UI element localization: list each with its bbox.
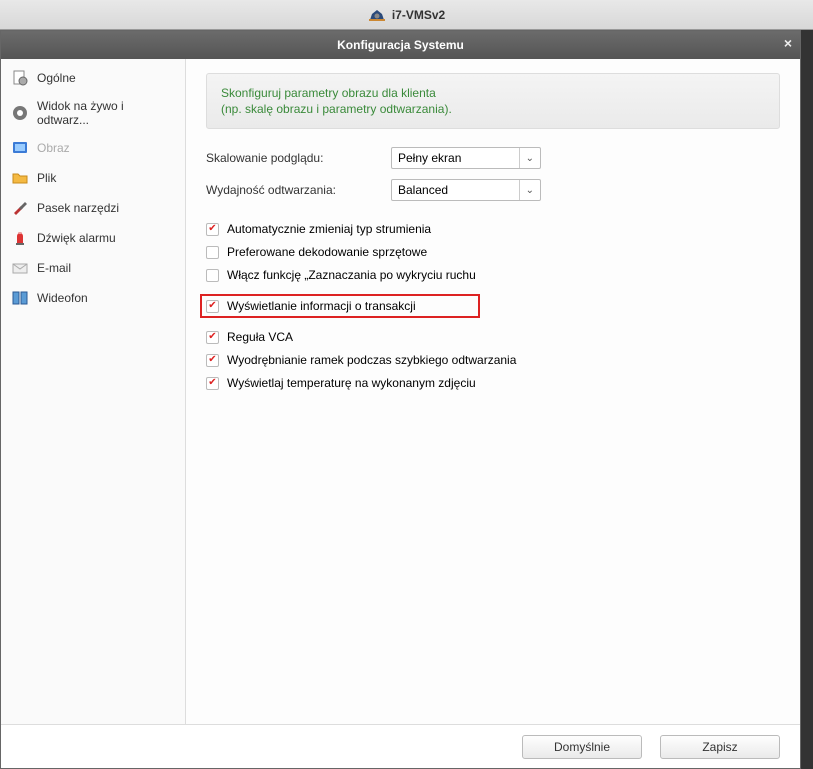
playback-value: Balanced <box>398 183 448 197</box>
default-button[interactable]: Domyślnie <box>522 735 642 759</box>
app-titlebar: i7-VMSv2 <box>0 0 813 30</box>
sidebar-item-email[interactable]: E-mail <box>1 253 185 283</box>
dialog-button-bar: Domyślnie Zapisz <box>1 724 800 768</box>
sidebar-item-toolbar[interactable]: Pasek narzędzi <box>1 193 185 223</box>
scaling-value: Pełny ekran <box>398 151 461 165</box>
sidebar-item-general[interactable]: Ogólne <box>1 63 185 93</box>
scaling-label: Skalowanie podglądu: <box>206 151 391 165</box>
check-temperature[interactable]: Wyświetlaj temperaturę na wykonanym zdję… <box>206 374 780 392</box>
eye-icon <box>11 104 29 122</box>
check-label: Włącz funkcję „Zaznaczania po wykryciu r… <box>227 268 476 282</box>
sidebar-item-file[interactable]: Plik <box>1 163 185 193</box>
sidebar-item-image[interactable]: Obraz <box>1 133 185 163</box>
email-icon <box>11 259 29 277</box>
playback-label: Wydajność odtwarzania: <box>206 183 391 197</box>
checkbox-icon[interactable] <box>206 246 219 259</box>
checkbox-icon[interactable] <box>206 354 219 367</box>
sidebar-item-label: Widok na żywo i odtwarz... <box>37 99 175 127</box>
app-logo-icon <box>368 8 386 22</box>
checkbox-icon[interactable] <box>206 223 219 236</box>
scaling-select[interactable]: Pełny ekran ⌄ <box>391 147 541 169</box>
check-label: Reguła VCA <box>227 330 293 344</box>
checkbox-icon[interactable] <box>206 300 219 313</box>
checkbox-icon[interactable] <box>206 331 219 344</box>
check-vca-rule[interactable]: Reguła VCA <box>206 328 780 346</box>
content-area: Skonfiguruj parametry obrazu dla klienta… <box>186 59 800 724</box>
chevron-down-icon: ⌄ <box>519 148 534 168</box>
chevron-down-icon: ⌄ <box>519 180 534 200</box>
image-icon <box>11 139 29 157</box>
tools-icon <box>11 199 29 217</box>
check-transaction-info[interactable]: Wyświetlanie informacji o transakcji <box>200 294 480 318</box>
checkbox-icon[interactable] <box>206 377 219 390</box>
checkbox-icon[interactable] <box>206 269 219 282</box>
settings-sidebar: Ogólne Widok na żywo i odtwarz... Obraz <box>1 59 186 724</box>
check-label: Wyodrębnianie ramek podczas szybkiego od… <box>227 353 516 367</box>
check-motion-highlight[interactable]: Włącz funkcję „Zaznaczania po wykryciu r… <box>206 266 780 284</box>
checkbox-list: Automatycznie zmieniaj typ strumienia Pr… <box>206 215 780 397</box>
hint-box: Skonfiguruj parametry obrazu dla klienta… <box>206 73 780 129</box>
row-playback: Wydajność odtwarzania: Balanced ⌄ <box>206 179 780 201</box>
check-auto-stream[interactable]: Automatycznie zmieniaj typ strumienia <box>206 220 780 238</box>
document-gear-icon <box>11 69 29 87</box>
sidebar-item-label: Pasek narzędzi <box>37 201 119 215</box>
right-dark-edge <box>801 30 813 769</box>
playback-select[interactable]: Balanced ⌄ <box>391 179 541 201</box>
sidebar-item-label: Obraz <box>37 141 70 155</box>
close-icon[interactable]: × <box>784 35 792 51</box>
sidebar-item-videophone[interactable]: Wideofon <box>1 283 185 313</box>
row-scaling: Skalowanie podglądu: Pełny ekran ⌄ <box>206 147 780 169</box>
system-config-dialog: Konfiguracja Systemu × Ogólne <box>0 30 801 769</box>
sidebar-item-label: E-mail <box>37 261 71 275</box>
sidebar-item-label: Plik <box>37 171 56 185</box>
check-label: Preferowane dekodowanie sprzętowe <box>227 245 427 259</box>
dialog-body: Ogólne Widok na żywo i odtwarz... Obraz <box>1 59 800 724</box>
check-label: Automatycznie zmieniaj typ strumienia <box>227 222 431 236</box>
hint-line2: (np. skalę obrazu i parametry odtwarzani… <box>221 102 765 116</box>
dialog-header: Konfiguracja Systemu × <box>1 31 800 59</box>
sidebar-item-liveview[interactable]: Widok na żywo i odtwarz... <box>1 93 185 133</box>
folder-icon <box>11 169 29 187</box>
check-label: Wyświetlanie informacji o transakcji <box>227 299 416 313</box>
check-hw-decode[interactable]: Preferowane dekodowanie sprzętowe <box>206 243 780 261</box>
dialog-title: Konfiguracja Systemu <box>337 38 464 52</box>
sidebar-item-label: Ogólne <box>37 71 76 85</box>
save-button[interactable]: Zapisz <box>660 735 780 759</box>
check-frame-extract[interactable]: Wyodrębnianie ramek podczas szybkiego od… <box>206 351 780 369</box>
app-title: i7-VMSv2 <box>392 8 445 22</box>
hint-line1: Skonfiguruj parametry obrazu dla klienta <box>221 86 765 100</box>
app-window: i7-VMSv2 Konfiguracja Systemu × Ogólne <box>0 0 813 769</box>
videophone-icon <box>11 289 29 307</box>
sidebar-item-label: Dźwięk alarmu <box>37 231 116 245</box>
alarm-icon <box>11 229 29 247</box>
sidebar-item-label: Wideofon <box>37 291 88 305</box>
check-label: Wyświetlaj temperaturę na wykonanym zdję… <box>227 376 476 390</box>
sidebar-item-alarm[interactable]: Dźwięk alarmu <box>1 223 185 253</box>
